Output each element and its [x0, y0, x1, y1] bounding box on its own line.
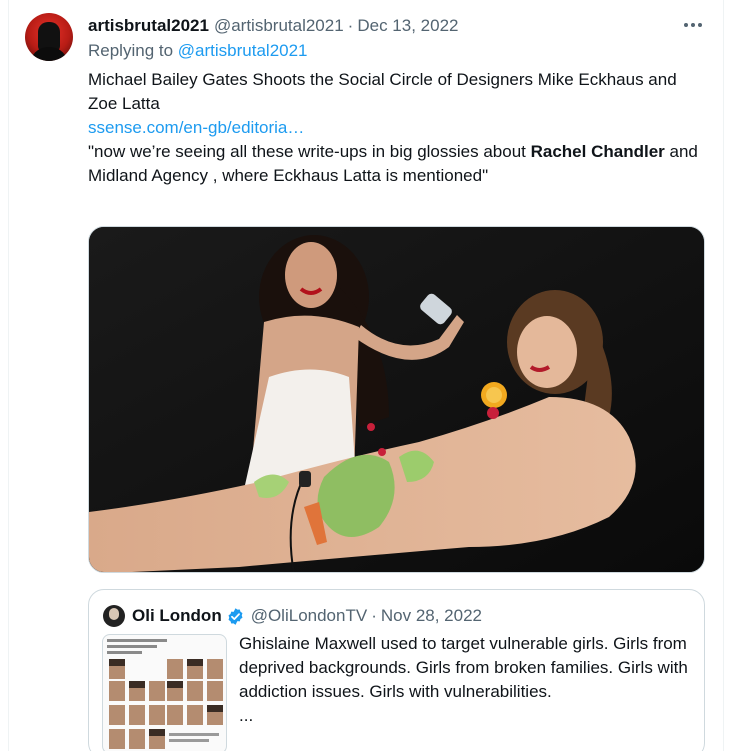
quoted-tweet-header: Oli London @OliLondonTV · Nov 28, 2022	[132, 606, 483, 625]
photo-illustration	[89, 227, 704, 572]
reply-mention-link[interactable]: @artisbrutal2021	[178, 41, 308, 60]
quoted-handle: @OliLondonTV	[250, 606, 368, 625]
display-name[interactable]: artisbrutal2021	[88, 16, 209, 36]
tweet-date[interactable]: Dec 13, 2022	[357, 16, 458, 36]
replying-to: Replying to @artisbrutal2021	[88, 41, 308, 61]
quoted-date: Nov 28, 2022	[380, 606, 483, 625]
quoted-tweet[interactable]: Oli London @OliLondonTV · Nov 28, 2022 G…	[88, 589, 705, 751]
user-handle[interactable]: @artisbrutal2021	[214, 16, 344, 36]
article-link[interactable]: ssense.com/en-gb/editoria…	[88, 118, 304, 137]
more-horizontal-icon[interactable]	[682, 14, 704, 36]
quoted-tweet-text: Ghislaine Maxwell used to target vulnera…	[239, 632, 694, 728]
tweet-quote-text: "now we’re seeing all these write-ups in…	[88, 142, 698, 185]
verified-badge-icon	[228, 607, 243, 625]
quoted-display-name: Oli London	[132, 606, 222, 625]
tweet-text: Michael Bailey Gates Shoots the Social C…	[88, 68, 708, 188]
quoted-image-thumbnail	[102, 634, 227, 751]
tweet-text-line: Michael Bailey Gates Shoots the Social C…	[88, 70, 677, 113]
timeline-left-border	[8, 0, 9, 751]
avatar[interactable]	[25, 13, 73, 61]
truncation-ellipsis: ...	[239, 706, 254, 725]
quoted-avatar	[103, 605, 125, 627]
tweet-photo[interactable]	[88, 226, 705, 573]
separator-dot: ·	[347, 16, 354, 35]
tweet-header: artisbrutal2021 @artisbrutal2021 · Dec 1…	[88, 15, 458, 37]
timeline-right-border	[723, 0, 724, 751]
bold-name: Rachel Chandler	[530, 142, 665, 161]
replying-to-label: Replying to	[88, 41, 174, 60]
